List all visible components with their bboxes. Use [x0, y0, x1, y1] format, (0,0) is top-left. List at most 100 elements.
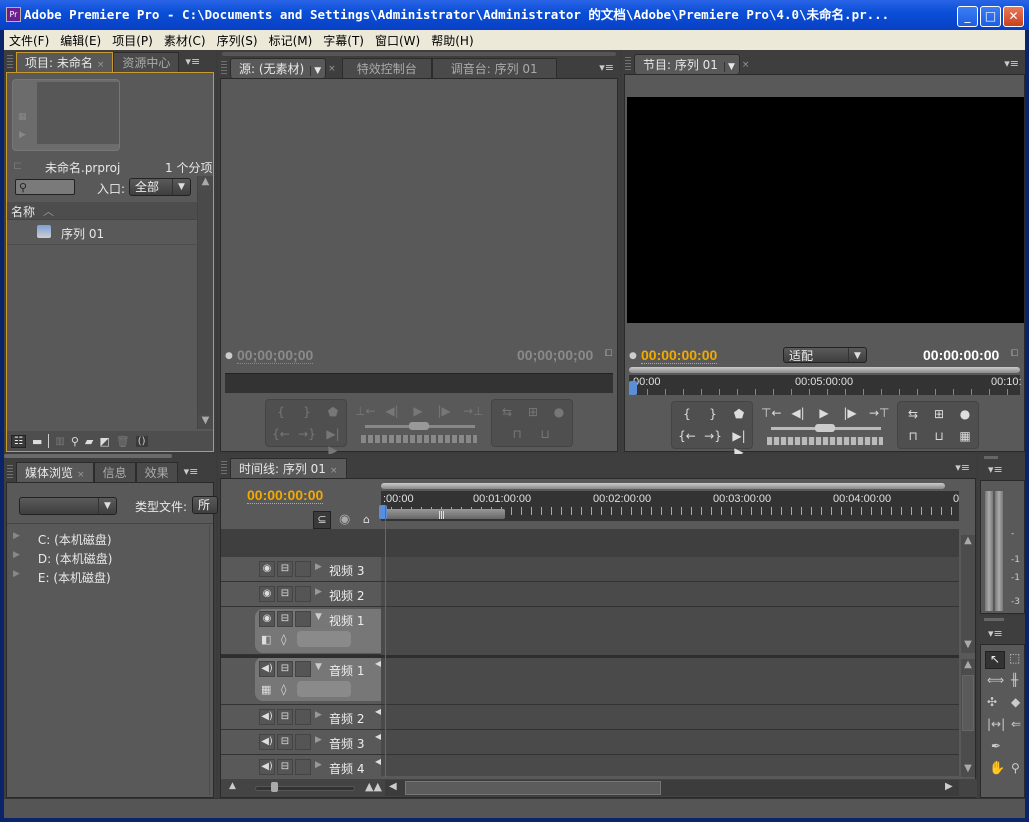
set-marker-icon[interactable]: ⬟: [730, 406, 748, 422]
safe-margins-icon[interactable]: ⊞: [930, 406, 948, 422]
video-vertical-scrollbar[interactable]: ▲ ▼: [961, 535, 975, 653]
program-video-display[interactable]: [627, 97, 1024, 323]
panel-menu-icon[interactable]: ▾≡: [982, 460, 1009, 480]
shuttle-handle[interactable]: [409, 422, 429, 430]
drive-item[interactable]: ▶ E: (本机磁盘): [13, 569, 112, 588]
sync-lock-toggle[interactable]: [295, 709, 311, 725]
expand-triangle-icon[interactable]: ▶: [315, 710, 322, 720]
panel-resize-handle[interactable]: [984, 618, 1004, 621]
play-preview-icon[interactable]: ▶: [19, 130, 26, 140]
zoom-tool-icon[interactable]: ⚲: [1011, 761, 1020, 775]
display-style-icon[interactable]: ◧: [261, 633, 271, 646]
shuttle-handle[interactable]: [815, 424, 835, 432]
set-in-point-icon[interactable]: {: [272, 404, 290, 420]
scroll-thumb[interactable]: [962, 675, 974, 731]
tab-info[interactable]: 信息: [93, 462, 136, 482]
lock-track-icon[interactable]: ⊟: [277, 709, 293, 725]
sync-lock-toggle[interactable]: [295, 734, 311, 750]
panel-menu-icon[interactable]: ▾≡: [593, 58, 620, 78]
slip-tool-icon[interactable]: |↔|: [987, 717, 1005, 731]
rolling-edit-tool-icon[interactable]: ╫: [1011, 673, 1018, 687]
tab-media-browser[interactable]: 媒体浏览 ×: [16, 462, 94, 482]
menu-clip[interactable]: 素材(C): [159, 32, 211, 49]
panel-menu-icon[interactable]: ▾≡: [998, 54, 1025, 74]
automate-to-sequence-icon[interactable]: ▥: [55, 436, 64, 447]
keyframe-icon[interactable]: ◊: [281, 633, 286, 646]
loop-icon[interactable]: ⇆: [498, 404, 516, 420]
scroll-up-icon[interactable]: ▲: [961, 535, 975, 549]
previous-marker-icon[interactable]: ⊥←: [355, 403, 376, 419]
menu-sequence[interactable]: 序列(S): [212, 32, 263, 49]
overlay-icon[interactable]: ⊔: [536, 426, 554, 442]
waveform-display-icon[interactable]: ▦: [261, 683, 271, 696]
sync-lock-toggle[interactable]: [295, 611, 311, 627]
expand-triangle-icon[interactable]: ▶: [315, 587, 322, 597]
program-time-ruler[interactable]: 00:00 00:05:00:00 00:10:: [629, 375, 1022, 395]
scroll-toggle-icon[interactable]: (): [135, 435, 148, 447]
new-bin-icon[interactable]: ▰: [85, 435, 93, 448]
set-marker-icon[interactable]: ⬟: [324, 404, 342, 420]
panel-menu-icon[interactable]: ▾≡: [178, 462, 205, 482]
eye-icon[interactable]: ◉: [259, 586, 275, 602]
menu-help[interactable]: 帮助(H): [426, 32, 478, 49]
loop-icon[interactable]: ⇆: [904, 406, 922, 422]
selection-tool-icon[interactable]: ↖: [985, 651, 1005, 669]
drag-grip[interactable]: [625, 57, 631, 71]
menu-edit[interactable]: 编辑(E): [55, 32, 106, 49]
parent-folder-icon[interactable]: ⊏: [13, 159, 22, 172]
jog-wheel[interactable]: [361, 435, 477, 443]
menu-marker[interactable]: 标记(M): [264, 32, 318, 49]
program-current-timecode[interactable]: 00:00:00:00: [641, 347, 718, 364]
zoom-out-icon[interactable]: ▲: [229, 781, 236, 791]
rate-stretch-tool-icon[interactable]: ✣: [987, 695, 997, 709]
snap-toggle-icon[interactable]: ⊆: [313, 511, 331, 529]
find-icon[interactable]: ⚲: [71, 435, 79, 448]
close-button[interactable]: ✕: [1003, 6, 1024, 27]
scroll-left-icon[interactable]: ◀: [389, 781, 397, 792]
set-marker-icon[interactable]: ◉: [339, 512, 350, 527]
sync-lock-toggle[interactable]: [295, 661, 311, 677]
collapse-triangle-icon[interactable]: ▼: [315, 612, 322, 622]
chevron-down-icon[interactable]: ▼: [310, 66, 322, 76]
expand-triangle-icon[interactable]: ▶: [13, 531, 20, 550]
speaker-icon[interactable]: ◀): [259, 709, 275, 725]
expand-triangle-icon[interactable]: ▶: [13, 550, 20, 569]
panel-resize-handle[interactable]: [984, 456, 998, 459]
play-icon[interactable]: ▶: [815, 405, 833, 421]
set-out-point-icon[interactable]: }: [704, 406, 722, 422]
menu-title[interactable]: 字幕(T): [318, 32, 369, 49]
video-track-area[interactable]: [381, 557, 959, 655]
scroll-down-icon[interactable]: ▼: [961, 763, 975, 777]
set-encore-marker-icon[interactable]: ⌂: [363, 513, 370, 526]
eye-icon[interactable]: ◉: [259, 561, 275, 577]
drive-item[interactable]: ▶ C: (本机磁盘): [13, 531, 112, 550]
zoom-in-icon[interactable]: ▲▲: [365, 780, 382, 793]
keyframe-navigator[interactable]: [297, 631, 351, 647]
track-select-tool-icon[interactable]: ⬚: [1009, 651, 1020, 665]
work-area-bar[interactable]: [381, 483, 945, 489]
pen-tool-icon[interactable]: ✒: [991, 739, 1001, 753]
list-item[interactable]: 序列 01: [7, 221, 197, 245]
lift-icon[interactable]: ⊓: [904, 428, 922, 444]
safe-margins-icon[interactable]: ⧠: [1011, 349, 1018, 359]
tab-audio-mixer[interactable]: 调音台: 序列 01: [431, 58, 557, 78]
timeline-current-timecode[interactable]: 00:00:00:00: [247, 487, 324, 504]
speaker-icon[interactable]: ◀): [259, 759, 275, 775]
icon-view-icon[interactable]: ▬: [32, 435, 42, 448]
expand-triangle-icon[interactable]: ▶: [13, 569, 20, 588]
scroll-thumb[interactable]: [405, 781, 661, 795]
tab-project[interactable]: 项目: 未命名 ×: [16, 52, 114, 72]
in-dropdown[interactable]: 全部 ▼: [129, 178, 191, 196]
tab-program[interactable]: 节目: 序列 01 ▼: [634, 54, 740, 74]
play-icon[interactable]: ▶: [409, 403, 427, 419]
lock-track-icon[interactable]: ⊟: [277, 759, 293, 775]
search-input[interactable]: ⚲: [15, 179, 75, 195]
step-forward-icon[interactable]: |▶: [435, 403, 453, 419]
playhead-handle[interactable]: [629, 381, 637, 395]
scroll-down-icon[interactable]: ▼: [198, 415, 213, 429]
go-to-out-point-icon[interactable]: →}: [298, 426, 316, 442]
location-dropdown[interactable]: ▼: [19, 497, 117, 515]
column-header[interactable]: 名称 ︿: [7, 202, 197, 220]
lock-track-icon[interactable]: ⊟: [277, 661, 293, 677]
expand-triangle-icon[interactable]: ▶: [315, 735, 322, 745]
